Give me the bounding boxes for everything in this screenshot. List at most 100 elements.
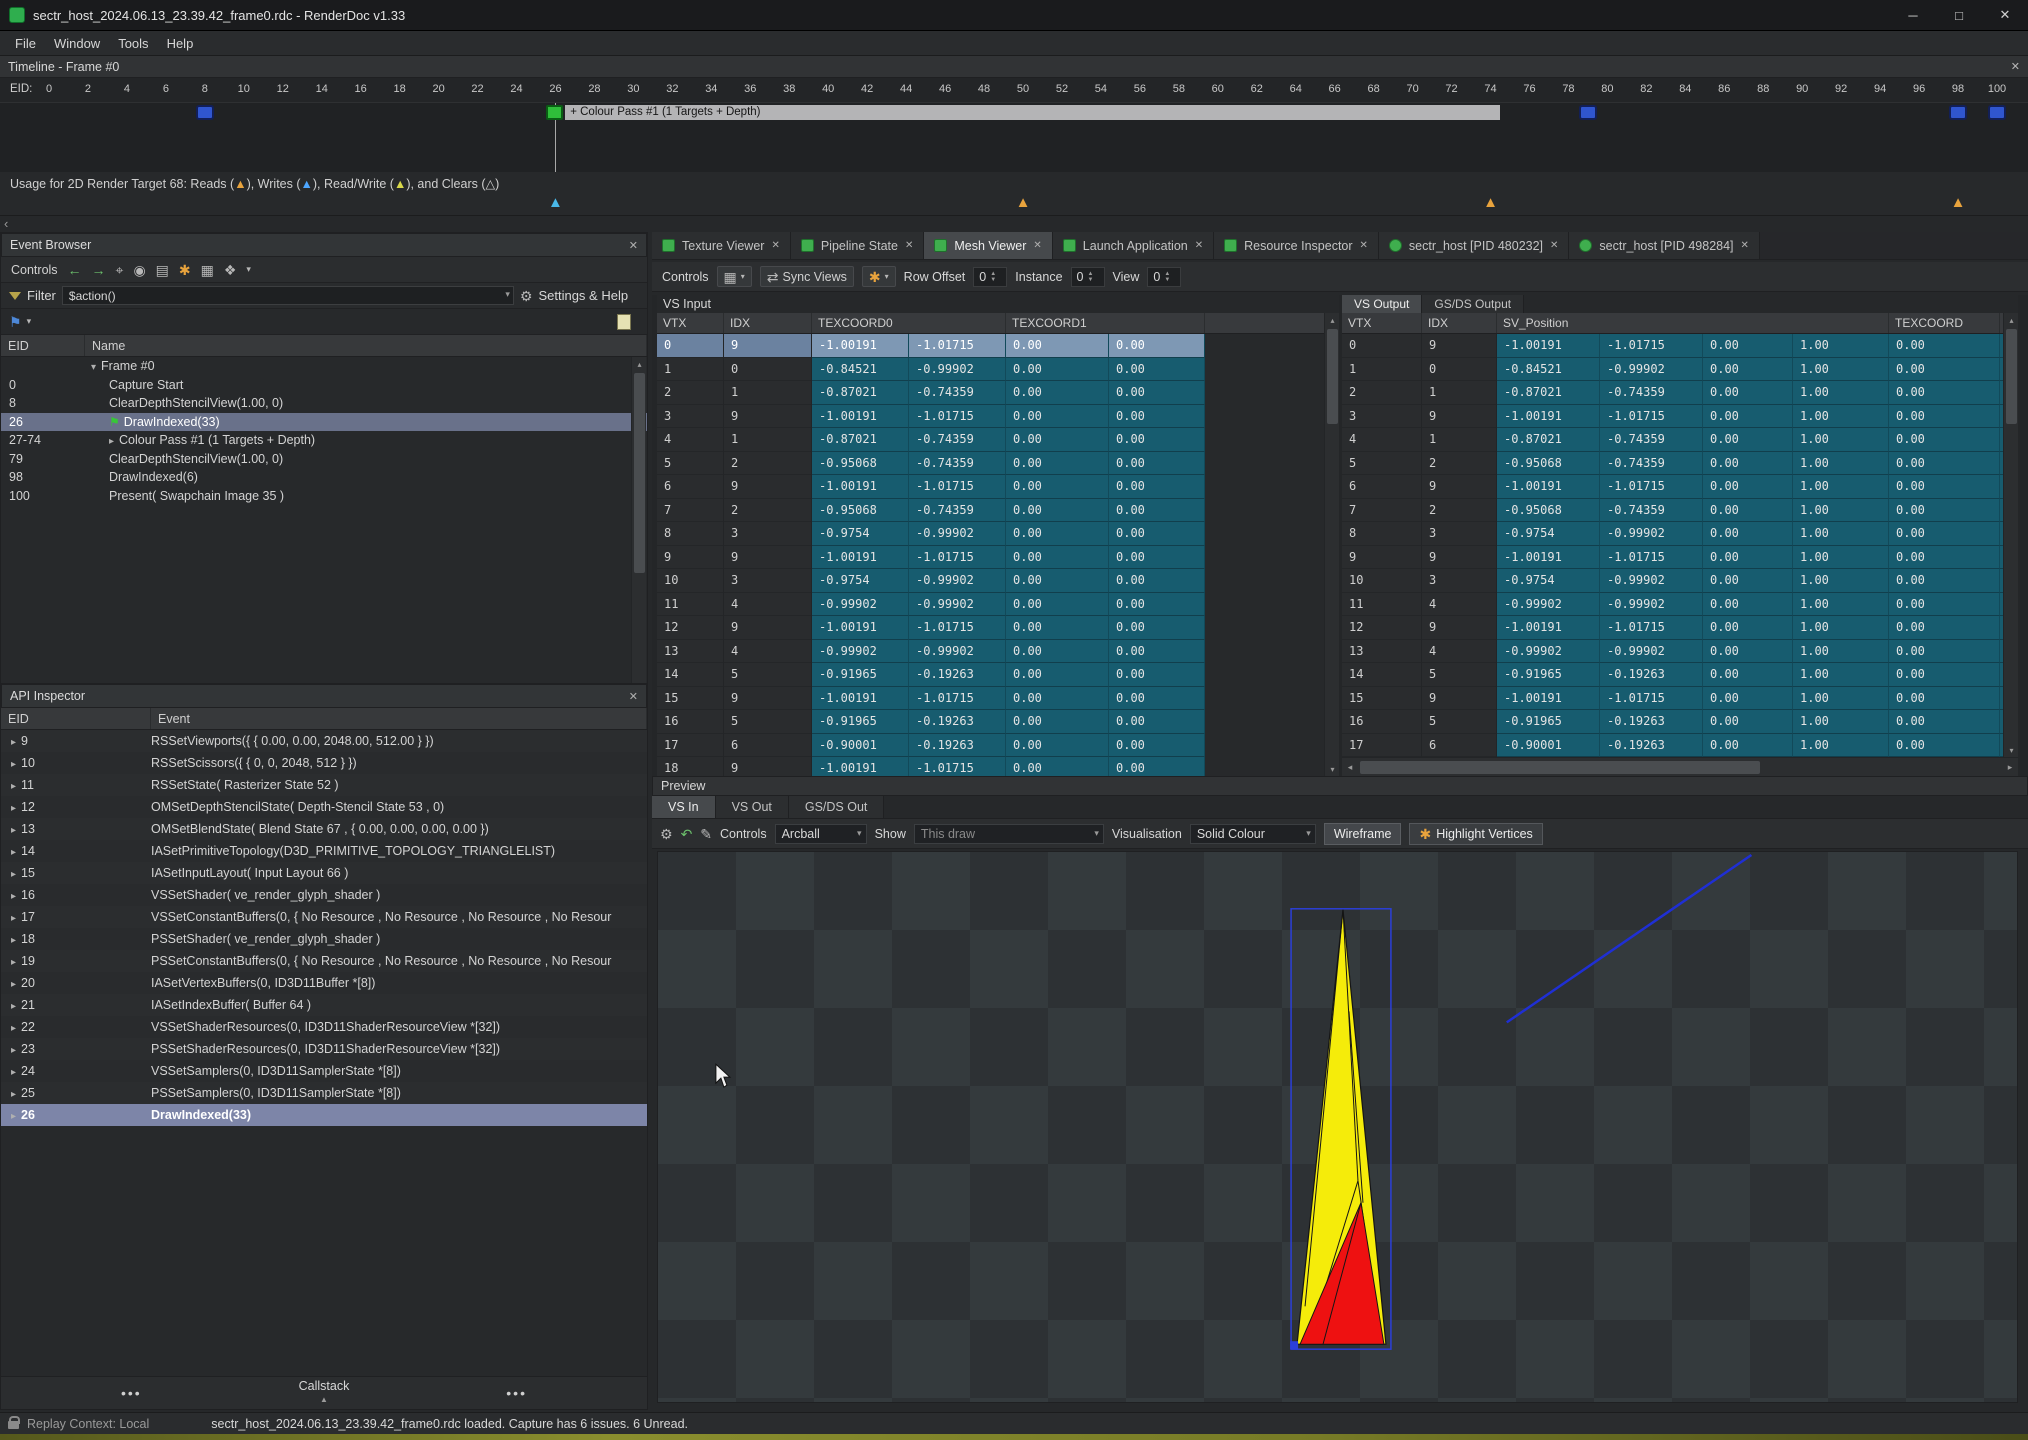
scroll-up-icon[interactable]: ▴ bbox=[1325, 313, 1340, 327]
callstack-handle[interactable]: Callstack ▲ bbox=[299, 1380, 350, 1406]
grid-column-header[interactable]: TEXCOORD1 bbox=[1006, 313, 1205, 333]
event-row[interactable]: 79ClearDepthStencilView(1.00, 0) bbox=[1, 450, 647, 469]
gear-icon[interactable]: ⚙ bbox=[660, 827, 673, 841]
api-row[interactable]: ▸26DrawIndexed(33) bbox=[1, 1104, 647, 1126]
usage-marker-icon[interactable]: ▲ bbox=[1016, 192, 1031, 214]
preview-title[interactable]: Preview bbox=[652, 776, 2028, 796]
menu-file[interactable]: File bbox=[6, 36, 45, 51]
api-row[interactable]: ▸12OMSetDepthStencilState( Depth-Stencil… bbox=[1, 796, 647, 818]
grid-column-header[interactable]: TEXCOORD0 bbox=[812, 313, 1006, 333]
row-offset-input[interactable]: 0▲▼ bbox=[973, 267, 1007, 287]
usage-marker-icon[interactable]: ▲ bbox=[1483, 192, 1498, 214]
caret-icon[interactable]: ▸ bbox=[11, 1089, 16, 1100]
sync-views-button[interactable]: ⇄Sync Views bbox=[760, 266, 854, 287]
collapse-left-icon[interactable]: ‹ bbox=[4, 216, 8, 231]
wireframe-toggle[interactable]: Wireframe bbox=[1324, 823, 1402, 845]
chart-icon[interactable]: ▤ bbox=[156, 263, 169, 277]
table-row[interactable]: 134-0.99902-0.999020.001.000.000 bbox=[1342, 640, 2018, 664]
api-row[interactable]: ▸17VSSetConstantBuffers(0, { No Resource… bbox=[1, 906, 647, 928]
more-left-button[interactable]: ••• bbox=[121, 1385, 142, 1401]
grid-options-button[interactable]: ▦▾ bbox=[717, 266, 752, 287]
scrollbar-thumb[interactable] bbox=[1360, 761, 1760, 774]
instance-input[interactable]: 0▲▼ bbox=[1071, 267, 1105, 287]
highlight-vertices-toggle[interactable]: ✱Highlight Vertices bbox=[1409, 823, 1542, 845]
table-row[interactable]: 69-1.00191-1.017150.000.00 bbox=[657, 475, 1339, 499]
caret-icon[interactable]: ▸ bbox=[11, 891, 16, 902]
view-input[interactable]: 0▲▼ bbox=[1147, 267, 1181, 287]
caret-icon[interactable]: ▸ bbox=[11, 913, 16, 924]
usage-marker-icon[interactable]: ▲ bbox=[548, 192, 563, 214]
timeline-panel-header[interactable]: Timeline - Frame #0 ✕ bbox=[0, 56, 2028, 78]
more-right-button[interactable]: ••• bbox=[506, 1385, 527, 1401]
minimize-button[interactable]: ─ bbox=[1890, 0, 1936, 30]
api-row[interactable]: ▸11RSSetState( Rasterizer State 52 ) bbox=[1, 774, 647, 796]
reset-camera-icon[interactable]: ↶ bbox=[681, 827, 693, 841]
caret-icon[interactable]: ▸ bbox=[11, 803, 16, 814]
table-row[interactable]: 165-0.91965-0.192630.001.000.000 bbox=[1342, 710, 2018, 734]
table-row[interactable]: 159-1.00191-1.017150.000.00 bbox=[657, 687, 1339, 711]
scroll-up-icon[interactable]: ▴ bbox=[632, 357, 647, 371]
table-row[interactable]: 129-1.00191-1.017150.001.000.000 bbox=[1342, 616, 2018, 640]
table-row[interactable]: 159-1.00191-1.017150.001.000.000 bbox=[1342, 687, 2018, 711]
star-icon[interactable]: ✱ bbox=[179, 263, 191, 277]
settings-help-link[interactable]: Settings & Help bbox=[538, 288, 628, 303]
close-icon[interactable]: ✕ bbox=[1195, 240, 1203, 251]
api-row[interactable]: ▸19PSSetConstantBuffers(0, { No Resource… bbox=[1, 950, 647, 972]
grid-icon[interactable]: ▦ bbox=[201, 263, 214, 277]
table-row[interactable]: 114-0.99902-0.999020.001.000.000 bbox=[1342, 593, 2018, 617]
scroll-down-icon[interactable]: ▾ bbox=[2004, 743, 2019, 757]
table-row[interactable]: 72-0.95068-0.743590.000.00 bbox=[657, 499, 1339, 523]
event-browser-scrollbar[interactable]: ▴ ▾ bbox=[631, 357, 646, 692]
api-row[interactable]: ▸9RSSetViewports({ { 0.00, 0.00, 2048.00… bbox=[1, 730, 647, 752]
visualisation-select[interactable]: Solid Colour bbox=[1190, 824, 1316, 844]
table-row[interactable]: 114-0.99902-0.999020.000.00 bbox=[657, 593, 1339, 617]
filter-input[interactable] bbox=[62, 286, 514, 305]
preview-tab-gs-ds-out[interactable]: GS/DS Out bbox=[789, 796, 885, 818]
table-row[interactable]: 72-0.95068-0.743590.001.000.000 bbox=[1342, 499, 2018, 523]
stepper-icon[interactable]: ▲▼ bbox=[990, 271, 996, 283]
caret-icon[interactable]: ▸ bbox=[11, 1001, 16, 1012]
api-row[interactable]: ▸16VSSetShader( ve_render_glyph_shader ) bbox=[1, 884, 647, 906]
table-row[interactable]: 103-0.9754-0.999020.001.000.000 bbox=[1342, 569, 2018, 593]
mesh-viewport[interactable] bbox=[657, 851, 2018, 1403]
table-row[interactable]: 21-0.87021-0.743590.001.000.000 bbox=[1342, 381, 2018, 405]
tab-pipeline-state[interactable]: Pipeline State✕ bbox=[791, 232, 925, 259]
event-browser-close-icon[interactable]: ✕ bbox=[629, 239, 638, 252]
chevron-down-icon[interactable]: ▾ bbox=[246, 265, 251, 274]
table-row[interactable]: 41-0.87021-0.743590.001.000.000 bbox=[1342, 428, 2018, 452]
world-icon[interactable]: ◉ bbox=[133, 263, 145, 277]
forward-icon[interactable]: → bbox=[92, 263, 106, 277]
close-icon[interactable]: ✕ bbox=[905, 240, 913, 251]
colour-pass-bar[interactable]: + Colour Pass #1 (1 Targets + Depth) bbox=[565, 105, 1500, 120]
highlight-options-button[interactable]: ✱▾ bbox=[862, 266, 896, 287]
find-icon[interactable]: ⌖ bbox=[116, 263, 124, 277]
tab-vs-output[interactable]: VS Output bbox=[1342, 295, 1422, 313]
event-row[interactable]: ▾Frame #0 bbox=[1, 357, 647, 376]
caret-icon[interactable]: ▸ bbox=[11, 1067, 16, 1078]
preview-tab-vs-out[interactable]: VS Out bbox=[716, 796, 789, 818]
table-row[interactable]: 10-0.84521-0.999020.001.000.000 bbox=[1342, 358, 2018, 382]
plugin-icon[interactable]: ❖ bbox=[224, 263, 237, 277]
grid-column-header[interactable]: VTX bbox=[1342, 313, 1422, 333]
vs-output-hscrollbar[interactable]: ◂ ▸ bbox=[1342, 757, 2018, 776]
timeline-track[interactable]: + Colour Pass #1 (1 Targets + Depth) bbox=[0, 102, 2028, 172]
table-row[interactable]: 145-0.91965-0.192630.001.000.000 bbox=[1342, 663, 2018, 687]
table-row[interactable]: 83-0.9754-0.999020.001.000.000 bbox=[1342, 522, 2018, 546]
api-row[interactable]: ▸20IASetVertexBuffers(0, ID3D11Buffer *[… bbox=[1, 972, 647, 994]
caret-icon[interactable]: ▸ bbox=[11, 759, 16, 770]
caret-icon[interactable]: ▸ bbox=[11, 957, 16, 968]
scrollbar-thumb[interactable] bbox=[634, 373, 645, 573]
close-icon[interactable]: ✕ bbox=[1360, 240, 1368, 251]
close-icon[interactable]: ✕ bbox=[1741, 240, 1749, 251]
draw-event-marker[interactable] bbox=[196, 105, 214, 120]
stepper-icon[interactable]: ▲▼ bbox=[1164, 271, 1170, 283]
usage-marker-icon[interactable]: ▲ bbox=[1951, 192, 1966, 214]
api-row[interactable]: ▸22VSSetShaderResources(0, ID3D11ShaderR… bbox=[1, 1016, 647, 1038]
event-row[interactable]: 98DrawIndexed(6) bbox=[1, 468, 647, 487]
table-row[interactable]: 09-1.00191-1.017150.001.000.000 bbox=[1342, 334, 2018, 358]
table-row[interactable]: 69-1.00191-1.017150.001.000.000 bbox=[1342, 475, 2018, 499]
table-row[interactable]: 129-1.00191-1.017150.000.00 bbox=[657, 616, 1339, 640]
scroll-up-icon[interactable]: ▴ bbox=[2004, 313, 2019, 327]
table-row[interactable]: 99-1.00191-1.017150.000.00 bbox=[657, 546, 1339, 570]
camera-mode-select[interactable]: Arcball bbox=[775, 824, 867, 844]
